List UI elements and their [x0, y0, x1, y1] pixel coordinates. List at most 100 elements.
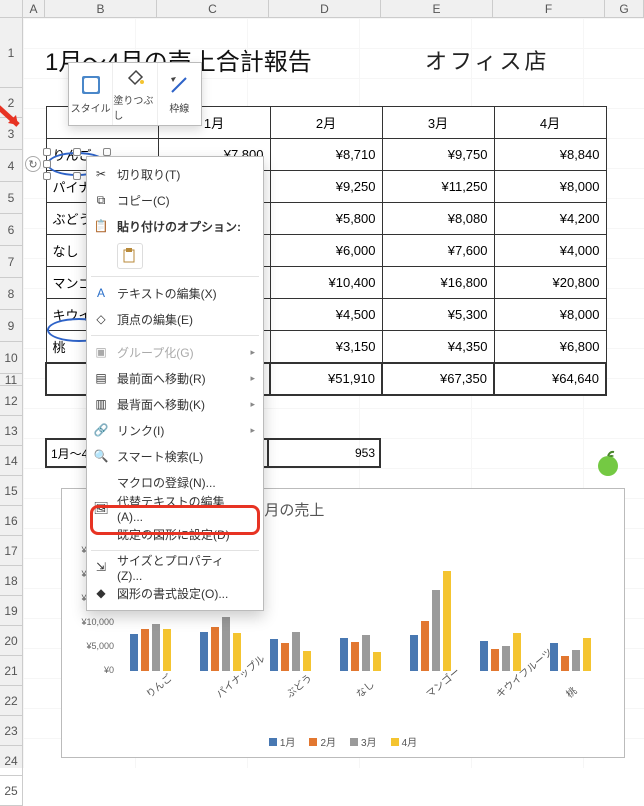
- row-header[interactable]: 24: [0, 746, 23, 776]
- value-cell[interactable]: ¥9,750: [382, 139, 494, 171]
- resize-handle[interactable]: [73, 148, 81, 156]
- apple-image-icon[interactable]: [592, 446, 624, 478]
- search-icon: 🔍: [93, 448, 109, 464]
- resize-handle[interactable]: [43, 148, 51, 156]
- row-header[interactable]: 8: [0, 278, 23, 310]
- row-header[interactable]: 21: [0, 656, 23, 686]
- value-cell[interactable]: ¥5,300: [382, 299, 494, 331]
- paste-option-button[interactable]: [117, 243, 143, 269]
- scissors-icon: ✂: [93, 166, 109, 182]
- style-label: スタイル: [71, 100, 111, 115]
- menu-copy[interactable]: ⧉ コピー(C): [87, 187, 263, 213]
- menu-size-properties[interactable]: ⇲ サイズとプロパティ(Z)...: [87, 554, 263, 580]
- total-cell[interactable]: ¥64,640: [494, 363, 606, 395]
- col-header[interactable]: E: [381, 0, 493, 18]
- value-cell[interactable]: ¥4,350: [382, 331, 494, 363]
- row-header[interactable]: 12: [0, 386, 23, 416]
- col-header[interactable]: G: [605, 0, 644, 18]
- row-header[interactable]: 23: [0, 716, 23, 746]
- header-month[interactable]: 2月: [270, 107, 382, 139]
- row-header[interactable]: 18: [0, 566, 23, 596]
- border-icon: [168, 74, 190, 96]
- legend-swatch-icon: [309, 738, 317, 746]
- value-cell[interactable]: ¥7,600: [382, 235, 494, 267]
- total-cell[interactable]: ¥67,350: [382, 363, 494, 395]
- row-header[interactable]: 19: [0, 596, 23, 626]
- style-button[interactable]: スタイル: [69, 63, 113, 125]
- rotation-handle-icon[interactable]: [25, 156, 41, 172]
- col-header[interactable]: B: [45, 0, 157, 18]
- value-cell[interactable]: ¥8,840: [494, 139, 606, 171]
- resize-handle[interactable]: [43, 172, 51, 180]
- menu-separator: [91, 276, 259, 277]
- summary-value-cell[interactable]: 953: [269, 438, 381, 468]
- row-header[interactable]: 17: [0, 536, 23, 566]
- menu-format-shape[interactable]: ◆ 図形の書式設定(O)...: [87, 580, 263, 606]
- row-header[interactable]: 14: [0, 446, 23, 476]
- menu-smart-lookup[interactable]: 🔍 スマート検索(L): [87, 443, 263, 469]
- col-header[interactable]: F: [493, 0, 605, 18]
- fill-button[interactable]: 塗りつぶし: [113, 63, 157, 125]
- value-cell[interactable]: ¥8,000: [494, 171, 606, 203]
- resize-handle[interactable]: [43, 160, 51, 168]
- row-header[interactable]: 15: [0, 476, 23, 506]
- menu-assign-macro[interactable]: マクロの登録(N)...: [87, 469, 263, 495]
- header-month[interactable]: 3月: [382, 107, 494, 139]
- row-header[interactable]: 1: [0, 18, 23, 88]
- row-header[interactable]: 5: [0, 182, 23, 214]
- value-cell[interactable]: ¥8,080: [382, 203, 494, 235]
- bar: [163, 629, 171, 671]
- value-cell[interactable]: ¥8,710: [270, 139, 382, 171]
- col-header[interactable]: A: [23, 0, 45, 18]
- menu-send-back[interactable]: ▥ 最背面へ移動(K): [87, 391, 263, 417]
- selectall-corner[interactable]: [0, 0, 23, 18]
- value-cell[interactable]: ¥16,800: [382, 267, 494, 299]
- value-cell[interactable]: ¥4,200: [494, 203, 606, 235]
- menu-label: 貼り付けのオプション:: [117, 218, 241, 235]
- value-cell[interactable]: ¥10,400: [270, 267, 382, 299]
- value-cell[interactable]: ¥6,800: [494, 331, 606, 363]
- legend-swatch-icon: [350, 738, 358, 746]
- menu-alt-text[interactable]: 🖼 代替テキストの編集(A)...: [87, 495, 263, 521]
- col-header[interactable]: D: [269, 0, 381, 18]
- legend-item: 2月: [309, 734, 336, 749]
- row-header[interactable]: 13: [0, 416, 23, 446]
- menu-set-default[interactable]: 既定の図形に設定(D): [87, 521, 263, 547]
- value-cell[interactable]: ¥9,250: [270, 171, 382, 203]
- menu-label: コピー(C): [117, 192, 170, 209]
- col-header[interactable]: C: [157, 0, 269, 18]
- menu-edit-points[interactable]: ◇ 頂点の編集(E): [87, 306, 263, 332]
- row-header[interactable]: 10: [0, 342, 23, 374]
- value-cell[interactable]: ¥4,500: [270, 299, 382, 331]
- row-header[interactable]: 6: [0, 214, 23, 246]
- menu-edit-text[interactable]: A テキストの編集(X): [87, 280, 263, 306]
- value-cell[interactable]: ¥5,800: [270, 203, 382, 235]
- row-header[interactable]: 4: [0, 150, 23, 182]
- row-header[interactable]: 25: [0, 776, 23, 806]
- menu-bring-front[interactable]: ▤ 最前面へ移動(R): [87, 365, 263, 391]
- row-header[interactable]: 20: [0, 626, 23, 656]
- value-cell[interactable]: ¥20,800: [494, 267, 606, 299]
- context-menu: ✂ 切り取り(T) ⧉ コピー(C) 📋 貼り付けのオプション: A テキストの…: [86, 156, 264, 611]
- row-header[interactable]: 9: [0, 310, 23, 342]
- row-header[interactable]: 7: [0, 246, 23, 278]
- row-header[interactable]: 11: [0, 374, 23, 386]
- value-cell[interactable]: ¥8,000: [494, 299, 606, 331]
- resize-handle[interactable]: [103, 148, 111, 156]
- value-cell[interactable]: ¥3,150: [270, 331, 382, 363]
- resize-handle[interactable]: [73, 172, 81, 180]
- total-cell[interactable]: ¥51,910: [270, 363, 382, 395]
- row-header[interactable]: 22: [0, 686, 23, 716]
- header-month[interactable]: 4月: [494, 107, 606, 139]
- row-header[interactable]: 16: [0, 506, 23, 536]
- bar: [491, 649, 499, 671]
- value-cell[interactable]: ¥4,000: [494, 235, 606, 267]
- value-cell[interactable]: ¥6,000: [270, 235, 382, 267]
- bar-group: [122, 624, 178, 671]
- menu-link[interactable]: 🔗 リンク(I): [87, 417, 263, 443]
- legend-item: 1月: [269, 734, 296, 749]
- menu-cut[interactable]: ✂ 切り取り(T): [87, 161, 263, 187]
- x-label: なし: [352, 676, 377, 700]
- border-button[interactable]: 枠線: [158, 63, 201, 125]
- value-cell[interactable]: ¥11,250: [382, 171, 494, 203]
